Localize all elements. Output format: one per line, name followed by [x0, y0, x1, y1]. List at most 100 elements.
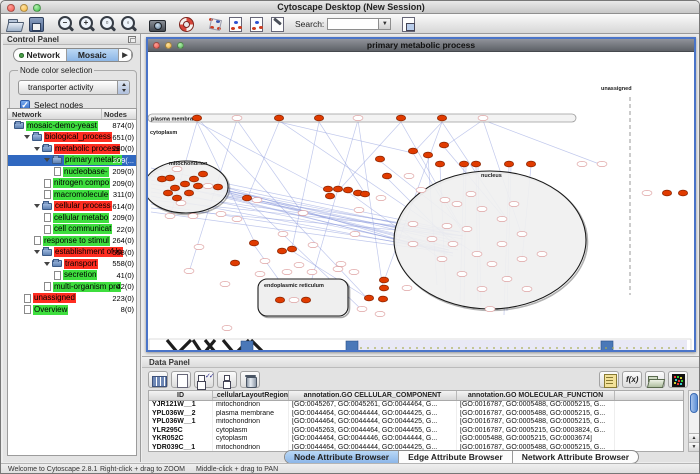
network-node-small[interactable]: [172, 166, 182, 171]
zoom-in-icon[interactable]: [76, 15, 97, 33]
tree-row[interactable]: nucleobase-209(0): [8, 166, 136, 178]
expand-arrow-icon[interactable]: [24, 135, 30, 139]
network-node[interactable]: [230, 260, 239, 266]
tree-row[interactable]: unassigned223(0): [8, 293, 136, 305]
network-node-small[interactable]: [497, 241, 507, 246]
float-panel-icon[interactable]: [128, 36, 136, 43]
network-node-small[interactable]: [232, 216, 242, 221]
network-node-small[interactable]: [497, 216, 507, 221]
network-node-small[interactable]: [252, 197, 262, 202]
dropdown-stepper-icon[interactable]: [117, 81, 129, 94]
network-node[interactable]: [189, 176, 198, 182]
network-node-small[interactable]: [194, 244, 204, 249]
network-node[interactable]: [435, 161, 444, 167]
tree-row[interactable]: cell communicat22(0): [8, 224, 136, 236]
table-row[interactable]: YKR052Ccytoplasm[GO:0044464, GO:0044446,…: [149, 435, 683, 444]
import-folder-icon[interactable]: [645, 371, 665, 388]
network-node-small[interactable]: [517, 231, 527, 236]
network-node[interactable]: [213, 184, 222, 190]
network-node-small[interactable]: [442, 223, 452, 228]
network-node-small[interactable]: [437, 256, 447, 261]
expand-arrow-icon[interactable]: [34, 250, 40, 254]
scrollbar-thumb[interactable]: [690, 393, 698, 413]
network-node[interactable]: [437, 115, 446, 121]
import-network-icon[interactable]: [226, 15, 247, 33]
network-node[interactable]: [379, 285, 388, 291]
network-node[interactable]: [325, 193, 334, 199]
network-node[interactable]: [396, 115, 405, 121]
network-node-small[interactable]: [375, 311, 385, 316]
network-node-small[interactable]: [517, 256, 527, 261]
manage-networks-icon[interactable]: [205, 15, 226, 33]
network-node-small[interactable]: [333, 266, 343, 271]
help-icon[interactable]: [176, 15, 197, 33]
network-node-small[interactable]: [416, 187, 426, 192]
network-node-small[interactable]: [282, 269, 292, 274]
save-session-icon[interactable]: [26, 15, 47, 33]
expand-arrow-icon[interactable]: [44, 262, 50, 266]
network-node-small[interactable]: [350, 231, 360, 236]
table-row[interactable]: YJR121W__1mitochondrion[GO:0045267, GO:0…: [149, 401, 683, 410]
tree-row[interactable]: response to stimul264(0): [8, 235, 136, 247]
tab-edge-attribute-browser[interactable]: Edge Attribute Browser: [399, 451, 513, 463]
network-node[interactable]: [314, 115, 323, 121]
network-node-small[interactable]: [478, 115, 488, 120]
network-node[interactable]: [423, 152, 432, 158]
annotation-icon[interactable]: [268, 15, 289, 33]
tree-row[interactable]: biological_process651(0): [8, 132, 136, 144]
attribute-table-icon[interactable]: [148, 371, 168, 388]
zoom-selected-icon[interactable]: [118, 15, 139, 33]
network-node-small[interactable]: [597, 161, 607, 166]
search-dropdown-icon[interactable]: ▼: [379, 18, 391, 30]
attribute-form-icon[interactable]: [599, 371, 619, 388]
network-node[interactable]: [662, 190, 671, 196]
network-node[interactable]: [382, 173, 391, 179]
tab-node-attribute-browser[interactable]: Node Attribute Browser: [285, 451, 399, 463]
column-header[interactable]: ID: [149, 391, 213, 400]
network-node[interactable]: [287, 246, 296, 252]
network-node-small[interactable]: [289, 297, 299, 302]
tree-row[interactable]: multi-organism pro42(0): [8, 281, 136, 293]
scroll-up-icon[interactable]: ▲: [689, 433, 699, 442]
network-node-small[interactable]: [408, 241, 418, 246]
network-node[interactable]: [343, 187, 352, 193]
network-node-small[interactable]: [577, 161, 587, 166]
network-node-small[interactable]: [427, 236, 437, 241]
expand-arrow-icon[interactable]: [44, 158, 50, 162]
table-row[interactable]: YLR295Ccytoplasm[GO:0045263, GO:0044464,…: [149, 427, 683, 436]
network-node-small[interactable]: [278, 231, 288, 236]
network-node-small[interactable]: [336, 261, 346, 266]
tab-network[interactable]: Network: [14, 49, 67, 61]
tree-row[interactable]: cellular process614(0): [8, 201, 136, 213]
network-node-small[interactable]: [404, 173, 414, 178]
network-node-small[interactable]: [440, 197, 450, 202]
table-row[interactable]: YPL036W__2plasma membrane[GO:0044464, GO…: [149, 410, 683, 419]
column-header[interactable]: _cellularLayoutRegion: [213, 391, 289, 400]
tree-row[interactable]: establishment of lo558(0): [8, 247, 136, 259]
network-node[interactable]: [333, 186, 342, 192]
tab-scroll-right-icon[interactable]: ▶: [119, 49, 132, 61]
select-attributes-icon[interactable]: [194, 371, 214, 388]
network-node-small[interactable]: [294, 262, 304, 267]
network-node[interactable]: [275, 297, 284, 303]
network-node[interactable]: [301, 297, 310, 303]
network-node-small[interactable]: [222, 325, 232, 330]
function-builder-icon[interactable]: [622, 371, 642, 388]
network-node-small[interactable]: [522, 286, 532, 291]
network-canvas[interactable]: plasma membranecytoplasmmitochondrionnuc…: [148, 52, 694, 350]
network-node[interactable]: [277, 248, 286, 254]
tree-row[interactable]: cellular metabo209(0): [8, 212, 136, 224]
tree-row[interactable]: primary metabo209(...: [8, 155, 136, 167]
network-node-small[interactable]: [472, 251, 482, 256]
network-node-small[interactable]: [184, 268, 194, 273]
zoom-fit-icon[interactable]: [97, 15, 118, 33]
network-node[interactable]: [504, 161, 513, 167]
expand-arrow-icon[interactable]: [34, 204, 40, 208]
network-node-small[interactable]: [408, 221, 418, 226]
tab-mosaic[interactable]: Mosaic: [67, 49, 120, 61]
column-header[interactable]: annotation.GO CELLULAR_COMPONENT: [289, 391, 457, 400]
network-node[interactable]: [378, 296, 387, 302]
tree-row[interactable]: transport558(0): [8, 258, 136, 270]
network-node[interactable]: [249, 240, 258, 246]
network-node-small[interactable]: [487, 261, 497, 266]
